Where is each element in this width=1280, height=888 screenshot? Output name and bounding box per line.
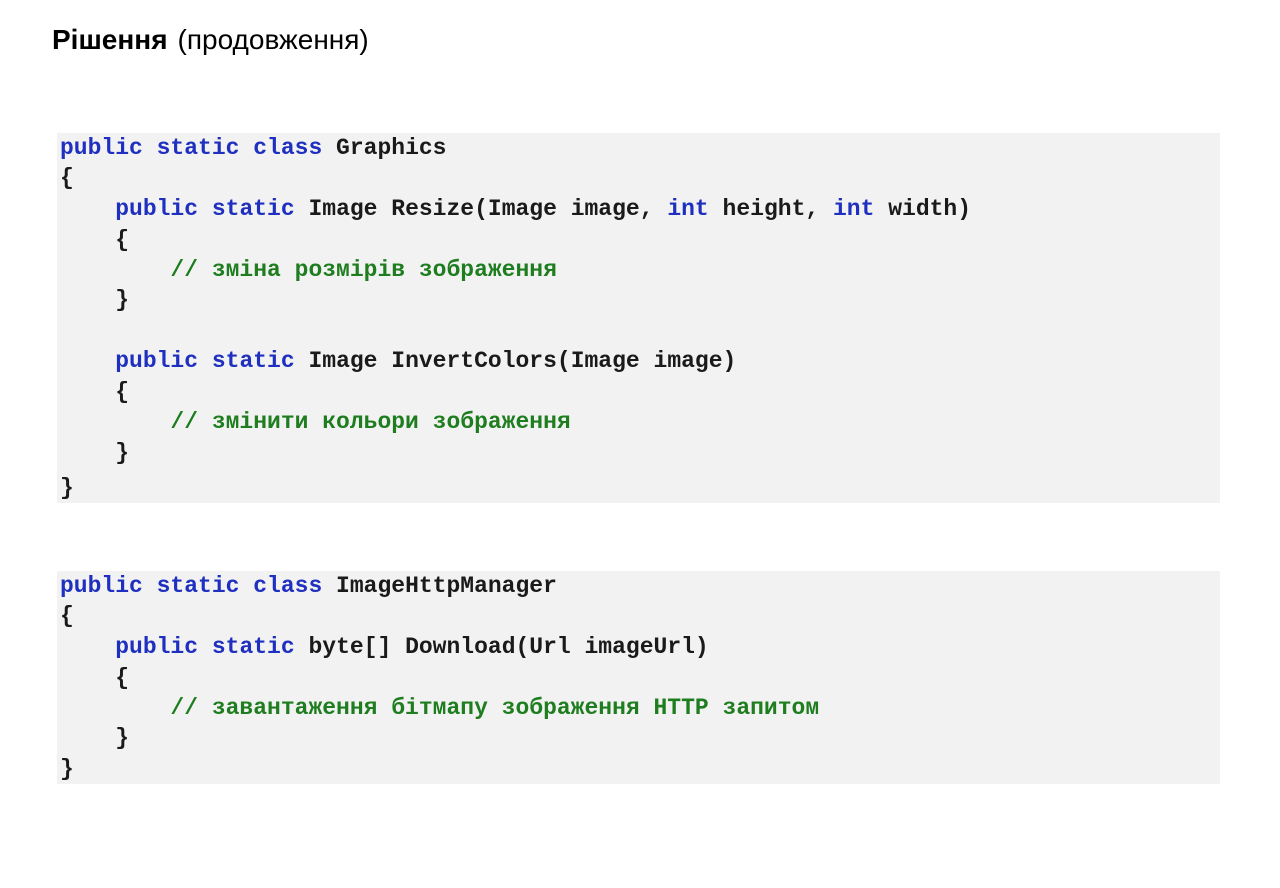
code-text: } bbox=[60, 475, 74, 501]
code-keyword: public static class bbox=[60, 135, 323, 161]
code-text: ImageHttpManager bbox=[322, 573, 557, 599]
code-text: { bbox=[60, 665, 130, 691]
code-line: { bbox=[60, 377, 129, 407]
code-comment: // зміна розмірів зображення bbox=[170, 257, 557, 283]
code-line: // зміна розмірів зображення bbox=[60, 255, 557, 285]
code-line: { bbox=[60, 163, 74, 193]
code-text: Image InvertColors(Image image) bbox=[294, 348, 737, 374]
code-keyword: int bbox=[832, 196, 875, 222]
code-text: } bbox=[60, 287, 130, 313]
code-line: { bbox=[60, 601, 74, 631]
code-line: } bbox=[60, 285, 129, 315]
code-line: public static Image InvertColors(Image i… bbox=[60, 346, 736, 376]
code-line: { bbox=[60, 225, 129, 255]
code-text: byte[] Download(Url imageUrl) bbox=[294, 634, 709, 660]
code-keyword: public static bbox=[115, 634, 295, 660]
code-keyword: public static bbox=[115, 196, 295, 222]
code-text: Image Resize(Image image, bbox=[294, 196, 668, 222]
code-text: Graphics bbox=[322, 135, 447, 161]
code-text: width) bbox=[874, 196, 972, 222]
code-text: } bbox=[60, 440, 130, 466]
code-line: // змінити кольори зображення bbox=[60, 407, 571, 437]
code-line: // завантаження бітмапу зображення HTTP … bbox=[60, 693, 819, 723]
code-line: } bbox=[60, 438, 129, 468]
slide-title: Рішення (продовження) bbox=[52, 24, 369, 56]
code-line: } bbox=[60, 754, 74, 784]
code-text: } bbox=[60, 756, 74, 782]
code-line: { bbox=[60, 663, 129, 693]
code-block-image-http-manager: public static class ImageHttpManager{ pu… bbox=[57, 571, 1220, 784]
code-line: public static byte[] Download(Url imageU… bbox=[60, 632, 709, 662]
code-line: } bbox=[60, 473, 74, 503]
code-text: height, bbox=[708, 196, 833, 222]
code-keyword: public static bbox=[115, 348, 295, 374]
code-block-graphics: public static class Graphics{ public sta… bbox=[57, 133, 1220, 503]
code-text: { bbox=[60, 227, 130, 253]
code-text: { bbox=[60, 603, 74, 629]
slide-title-sub: (продовження) bbox=[177, 24, 369, 55]
code-line: } bbox=[60, 723, 129, 753]
code-text: { bbox=[60, 165, 74, 191]
slide-title-main: Рішення bbox=[52, 24, 168, 55]
code-line: public static class ImageHttpManager bbox=[60, 571, 557, 601]
code-line: public static class Graphics bbox=[60, 133, 446, 163]
code-keyword: public static class bbox=[60, 573, 323, 599]
code-line: public static Image Resize(Image image, … bbox=[60, 194, 971, 224]
code-comment: // змінити кольори зображення bbox=[170, 409, 571, 435]
code-text: { bbox=[60, 379, 130, 405]
code-comment: // завантаження бітмапу зображення HTTP … bbox=[170, 695, 820, 721]
code-keyword: int bbox=[667, 196, 709, 222]
code-text: } bbox=[60, 725, 130, 751]
